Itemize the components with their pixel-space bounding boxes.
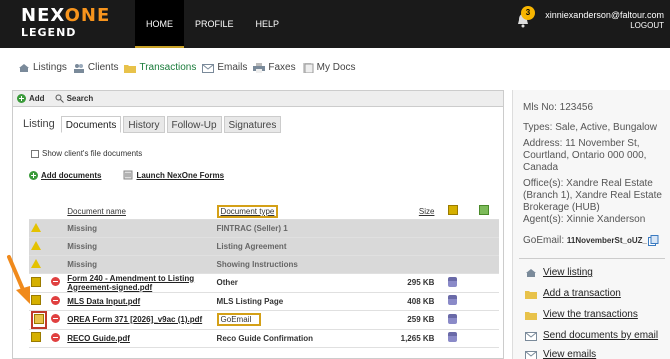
top-bar: NEXONE LEGEND HOME PROFILE HELP 3 xinnie… xyxy=(0,0,670,48)
document-actions: Add documents Launch NexOne Forms xyxy=(29,170,224,180)
plus-icon xyxy=(17,94,26,103)
user-email[interactable]: xinniexanderson@faltour.com xyxy=(545,10,664,20)
add-transaction-link[interactable]: Add a transaction xyxy=(525,288,621,299)
view-transactions-link[interactable]: View the transactions xyxy=(525,309,638,320)
nav-profile[interactable]: PROFILE xyxy=(184,0,245,48)
plus-icon xyxy=(29,170,38,180)
envelope-icon xyxy=(202,63,215,73)
folder-add-icon xyxy=(525,290,537,299)
doc-type-header[interactable]: Document type xyxy=(214,204,384,220)
status-column-header xyxy=(29,204,50,220)
divider xyxy=(519,258,665,259)
show-client-docs-option[interactable]: Show client's file documents xyxy=(31,149,142,158)
goemail-field: GoEmail: 11NovemberSt_oUZ_ xyxy=(523,235,647,247)
house-icon xyxy=(526,268,536,277)
main-nav: HOME PROFILE HELP xyxy=(135,0,290,48)
folder-icon xyxy=(525,311,537,320)
share-person-icon[interactable] xyxy=(448,332,458,342)
subnav-my-docs[interactable]: My Docs xyxy=(302,62,356,73)
delete-column-header xyxy=(49,204,66,220)
mls-number: Mls No: 123456 xyxy=(523,102,594,113)
table-row[interactable]: OREA Form 371 [2026]_v9ac (1).pdf GoEmai… xyxy=(29,310,499,330)
forms-icon xyxy=(123,170,133,180)
document-icon[interactable] xyxy=(31,332,41,342)
delete-icon[interactable] xyxy=(51,332,61,342)
delete-icon[interactable] xyxy=(51,277,61,286)
table-header-row: Document name Document type Size xyxy=(29,204,499,220)
view-emails-link[interactable]: View emails xyxy=(525,349,596,359)
listing-types: Types: Sale, Active, Bungalow xyxy=(523,122,657,133)
table-row[interactable]: Form 240 - Amendment to Listing Agreemen… xyxy=(29,273,499,293)
section-nav: Listings Clients Transactions Emails Fax… xyxy=(18,62,356,73)
warning-icon xyxy=(31,222,41,232)
tab-listing[interactable]: Listing xyxy=(19,116,59,133)
goemail-label: GoEmail: xyxy=(523,235,567,246)
check-column-header[interactable] xyxy=(468,204,499,220)
listing-offices: Office(s): Xandre Real Estate (Branch 1)… xyxy=(523,178,662,213)
table-row[interactable]: RECO Guide.pdf Reco Guide Confirmation 1… xyxy=(29,329,499,348)
share-column-header[interactable] xyxy=(436,204,469,220)
tab-follow-up[interactable]: Follow-Up xyxy=(166,116,222,133)
warning-icon xyxy=(31,240,41,250)
tab-bar: Listing Documents History Follow-Up Sign… xyxy=(19,116,283,133)
subnav-clients[interactable]: Clients xyxy=(73,62,118,73)
show-client-docs-checkbox[interactable] xyxy=(31,149,39,158)
envelope-icon xyxy=(525,350,537,359)
tab-documents[interactable]: Documents xyxy=(60,116,122,133)
nexone-logo[interactable]: NEXONE LEGEND xyxy=(21,6,131,42)
documents-table: Document name Document type Size Missing… xyxy=(29,204,499,348)
launch-forms-link[interactable]: Launch NexOne Forms xyxy=(123,170,224,180)
share-person-icon[interactable] xyxy=(448,295,458,305)
folder-icon xyxy=(124,64,137,73)
add-button[interactable]: Add xyxy=(17,94,45,103)
document-link[interactable]: Form 240 - Amendment to Listing Agreemen… xyxy=(65,273,215,293)
tab-history[interactable]: History xyxy=(123,116,165,133)
people-icon xyxy=(73,63,84,73)
goemail-value[interactable]: 11NovemberSt_oUZ_ xyxy=(567,236,647,245)
document-link[interactable]: RECO Guide.pdf xyxy=(65,329,215,348)
subnav-transactions[interactable]: Transactions xyxy=(124,62,196,73)
logout-link[interactable]: LOGOUT xyxy=(630,21,664,30)
table-row[interactable]: Missing Showing Instructions xyxy=(29,255,499,274)
arrow-annotation-icon xyxy=(7,255,30,304)
house-icon xyxy=(19,63,29,72)
table-row[interactable]: Missing Listing Agreement xyxy=(29,237,499,256)
checklist-icon xyxy=(478,205,489,216)
search-button[interactable]: Search xyxy=(55,94,93,103)
document-link[interactable]: MLS Data Input.pdf xyxy=(65,292,215,311)
listing-address: Address: 11 November St, Courtland, Onta… xyxy=(523,138,647,173)
listing-details-panel: Mls No: 123456 Types: Sale, Active, Bung… xyxy=(512,90,670,359)
envelope-icon xyxy=(525,331,537,341)
subnav-listings[interactable]: Listings xyxy=(18,62,67,73)
docs-icon xyxy=(302,62,314,73)
nav-home[interactable]: HOME xyxy=(135,0,184,48)
tab-signatures[interactable]: Signatures xyxy=(223,116,282,133)
delete-icon[interactable] xyxy=(51,295,61,305)
send-documents-email-link[interactable]: Send documents by email xyxy=(525,330,658,341)
documents-panel: Add Search Listing Documents History Fol… xyxy=(12,90,504,359)
table-row[interactable]: Missing FINTRAC (Seller) 1 xyxy=(29,219,499,238)
size-header[interactable]: Size xyxy=(383,204,437,220)
copy-icon[interactable] xyxy=(648,235,659,246)
share-icon xyxy=(447,205,458,216)
share-person-icon[interactable] xyxy=(448,276,458,287)
document-link[interactable]: OREA Form 371 [2026]_v9ac (1).pdf xyxy=(65,310,215,330)
add-documents-link[interactable]: Add documents xyxy=(29,170,101,180)
delete-icon[interactable] xyxy=(51,314,61,323)
listing-agents: Agent(s): Xinnie Xanderson xyxy=(523,214,646,225)
show-client-docs-label: Show client's file documents xyxy=(42,149,143,158)
doc-type-goemail: GoEmail xyxy=(216,313,262,326)
nav-help[interactable]: HELP xyxy=(245,0,291,48)
share-person-icon[interactable] xyxy=(448,313,458,324)
printer-icon xyxy=(253,62,266,73)
table-row[interactable]: MLS Data Input.pdf MLS Listing Page 408 … xyxy=(29,292,499,311)
panel-toolbar: Add Search xyxy=(13,91,503,107)
view-listing-link[interactable]: View listing xyxy=(525,267,593,278)
notification-count: 3 xyxy=(521,6,535,20)
subnav-faxes[interactable]: Faxes xyxy=(253,62,296,73)
subnav-emails[interactable]: Emails xyxy=(202,62,247,73)
search-icon xyxy=(55,94,64,103)
doc-name-header[interactable]: Document name xyxy=(65,204,215,220)
